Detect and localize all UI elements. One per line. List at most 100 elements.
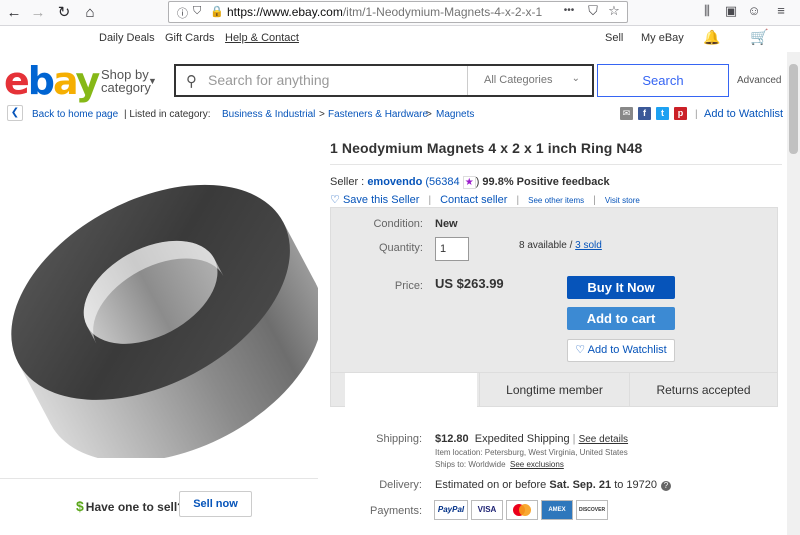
library-icon[interactable]: ⫼: [698, 3, 716, 19]
breadcrumb: ❮ Back to home page | Listed in category…: [0, 104, 800, 124]
visa-icon: VISA: [471, 500, 503, 520]
help-icon[interactable]: ?: [661, 481, 672, 491]
search-icon: ⚲: [186, 73, 197, 90]
sidebar-icon[interactable]: ▣: [722, 3, 740, 19]
home-icon[interactable]: ⌂: [80, 3, 100, 23]
help-contact-link[interactable]: Help & Contact: [225, 32, 299, 44]
quantity-input[interactable]: 1: [435, 237, 469, 261]
hamburger-menu-icon[interactable]: ≡: [772, 3, 790, 18]
chevron-down-icon: ⌄: [571, 73, 580, 84]
price-value: US $263.99: [435, 276, 504, 291]
info-icon[interactable]: ⓘ: [177, 5, 188, 21]
badge-returns-accepted: Returns accepted: [629, 373, 777, 407]
category-select[interactable]: All Categories ⌄: [467, 66, 592, 95]
search-box: ⚲ All Categories ⌄: [174, 64, 594, 97]
delivery-label: Delivery:: [379, 479, 422, 491]
bookmark-star-icon[interactable]: ☆: [605, 3, 623, 19]
breadcrumb-separator: >: [319, 109, 325, 120]
gift-cards-link[interactable]: Gift Cards: [165, 32, 215, 44]
amex-icon: AMEX: [541, 500, 573, 520]
see-exclusions-link[interactable]: See exclusions: [510, 460, 564, 469]
reload-icon[interactable]: ↻: [54, 3, 74, 23]
paypal-icon: PayPal: [434, 500, 468, 520]
breadcrumb-business-industrial[interactable]: Business & Industrial: [222, 109, 315, 120]
pocket-icon[interactable]: ⛉: [584, 3, 602, 19]
shop-by-category-button[interactable]: Shop by category ▼: [101, 68, 157, 94]
condition-label: Condition:: [373, 218, 423, 230]
caret-down-icon: ▼: [148, 76, 157, 86]
have-one-to-sell-text: $ Have one to sell?: [76, 498, 185, 514]
add-to-cart-button[interactable]: Add to cart: [567, 307, 675, 330]
see-details-link[interactable]: See details: [579, 434, 628, 445]
page-title: 1 Neodymium Magnets 4 x 2 x 1 inch Ring …: [330, 140, 643, 156]
heart-icon[interactable]: ♡: [330, 194, 340, 206]
back-to-home-link[interactable]: Back to home page: [32, 109, 118, 120]
trust-badges: Longtime member Returns accepted: [331, 372, 777, 407]
search-button[interactable]: Search: [597, 64, 729, 97]
feedback-count-link[interactable]: (56384: [425, 176, 459, 188]
ships-to: Ships to: Worldwide See exclusions: [435, 460, 564, 469]
ebay-top-nav: Daily Deals Gift Cards Help & Contact Se…: [0, 26, 800, 52]
product-image[interactable]: [0, 140, 318, 458]
breadcrumb-fasteners-hardware[interactable]: Fasteners & Hardware: [328, 109, 428, 120]
forward-arrow-icon[interactable]: →: [28, 3, 48, 23]
available-text: 8 available / 3 sold: [519, 240, 602, 251]
save-seller-link[interactable]: Save this Seller: [343, 194, 419, 206]
sold-link[interactable]: 3 sold: [575, 240, 602, 251]
breadcrumb-magnets[interactable]: Magnets: [436, 109, 474, 120]
shipping-info: $12.80 Expedited Shipping | See details: [435, 433, 629, 445]
lock-icon[interactable]: 🔒: [210, 5, 224, 18]
dollar-icon: $: [76, 498, 84, 514]
delivery-info: Estimated on or before Sat. Sep. 21 to 1…: [435, 479, 672, 491]
feedback-star-icon: ★: [462, 176, 476, 189]
mastercard-icon: [506, 500, 538, 520]
breadcrumb-separator: >: [426, 109, 432, 120]
add-to-watchlist-button[interactable]: ♡ Add to Watchlist: [567, 339, 675, 362]
add-to-watchlist-link[interactable]: Add to Watchlist: [704, 108, 783, 120]
url-bar[interactable]: ⓘ ⛉ 🔒 https://www.ebay.com/itm/1-Neodymi…: [168, 1, 628, 23]
back-arrow-icon[interactable]: ←: [4, 3, 24, 23]
seller-info: Seller : emovendo (56384 ★) 99.8% Positi…: [330, 176, 610, 189]
notification-bell-icon[interactable]: 🔔: [703, 29, 720, 46]
heart-icon: ♡: [575, 344, 586, 356]
sell-now-button[interactable]: Sell now: [179, 491, 252, 517]
seller-name-link[interactable]: emovendo: [367, 176, 422, 188]
discover-icon: DISCOVER: [576, 500, 608, 520]
browser-toolbar: ← → ↻ ⌂ ⓘ ⛉ 🔒 https://www.ebay.com/itm/1…: [0, 0, 800, 26]
search-input[interactable]: [208, 72, 463, 88]
badge-longtime-member: Longtime member: [479, 373, 629, 407]
page-actions-icon[interactable]: •••: [560, 5, 578, 16]
advanced-search-link[interactable]: Advanced: [737, 75, 781, 86]
see-other-items-link[interactable]: See other items: [528, 196, 584, 205]
badge-blank: [345, 373, 477, 407]
ebay-logo[interactable]: ebay: [4, 60, 100, 102]
url-text[interactable]: https://www.ebay.com/itm/1-Neodymium-Mag…: [227, 5, 542, 19]
divider: |: [695, 109, 698, 120]
quantity-label: Quantity:: [378, 242, 423, 254]
tracking-shield-icon[interactable]: ⛉: [193, 5, 201, 18]
contact-seller-link[interactable]: Contact seller: [440, 194, 507, 206]
listed-in-label: | Listed in category:: [124, 109, 211, 120]
sell-link[interactable]: Sell: [605, 32, 623, 44]
facebook-icon[interactable]: f: [638, 107, 651, 120]
condition-value: New: [435, 218, 458, 230]
visit-store-link[interactable]: Visit store: [605, 196, 640, 205]
shipping-label: Shipping:: [376, 433, 422, 445]
seller-actions: ♡ Save this Seller | Contact seller | Se…: [330, 194, 640, 206]
email-share-icon[interactable]: ✉: [620, 107, 633, 120]
cart-icon[interactable]: 🛒: [750, 28, 769, 46]
daily-deals-link[interactable]: Daily Deals: [99, 32, 155, 44]
payments-label: Payments:: [370, 505, 422, 517]
my-ebay-link[interactable]: My eBay: [641, 32, 684, 44]
sell-promo: $ Have one to sell? Sell now: [0, 478, 318, 534]
pinterest-icon[interactable]: p: [674, 107, 687, 120]
twitter-icon[interactable]: t: [656, 107, 669, 120]
positive-feedback-text: 99.8% Positive feedback: [482, 176, 610, 188]
buy-panel: Condition: New Quantity: 1 8 available /…: [330, 207, 778, 407]
item-location: Item location: Petersburg, West Virginia…: [435, 448, 628, 457]
buy-it-now-button[interactable]: Buy It Now: [567, 276, 675, 299]
account-icon[interactable]: ☺: [745, 3, 763, 18]
scrollbar-thumb[interactable]: [789, 64, 798, 154]
page-scrollbar[interactable]: [787, 52, 800, 535]
back-chevron-icon[interactable]: ❮: [7, 105, 23, 121]
